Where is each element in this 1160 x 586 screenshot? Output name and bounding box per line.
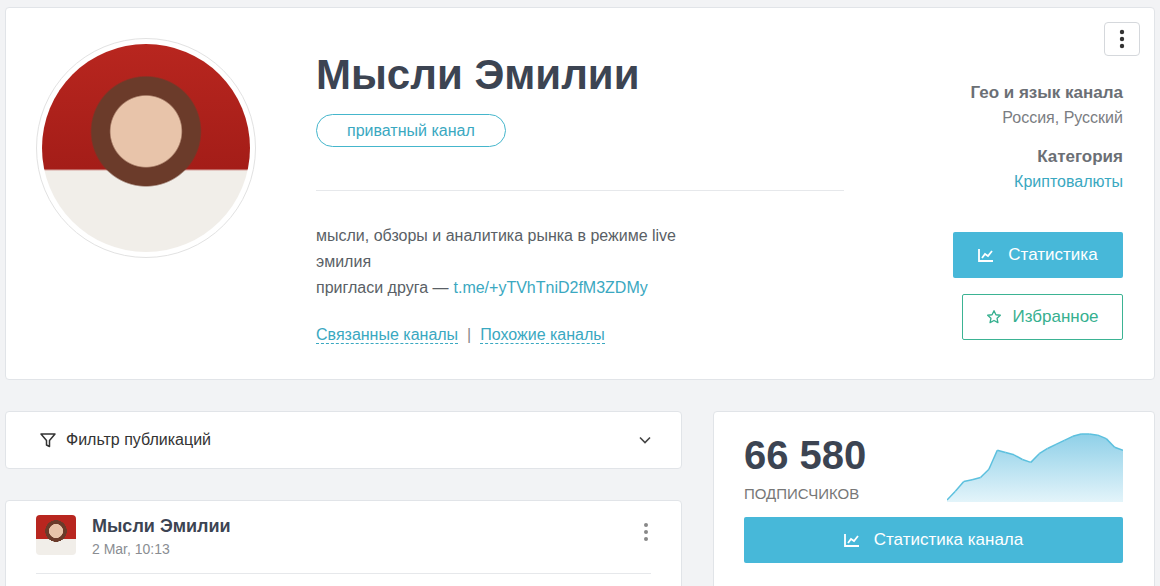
meta-label: Категория [903, 146, 1123, 168]
chart-segment [1064, 436, 1072, 440]
subscriber-chart [947, 432, 1123, 502]
chart-segment [989, 450, 997, 469]
chart-segment [1106, 439, 1114, 448]
chart-segment [1014, 455, 1022, 460]
post-avatar [36, 515, 76, 555]
chart-icon [978, 248, 994, 262]
chart-segment [1115, 447, 1123, 450]
meta-label: Гео и язык канала [903, 82, 1123, 104]
publication-filter[interactable]: Фильтр публикаций [5, 411, 682, 469]
chart-segment [964, 480, 972, 482]
chart-segment [981, 469, 989, 477]
chart-segment [1006, 453, 1014, 455]
channel-avatar [36, 38, 256, 258]
channel-header: Мысли Эмилии приватный канал мысли, обзо… [5, 7, 1155, 380]
favorite-button[interactable]: Избранное [962, 294, 1123, 340]
chart-segment [1056, 440, 1064, 444]
post-card: Мысли Эмилии2 Mar, 10:13 [5, 500, 682, 586]
post-author[interactable]: Мысли Эмилии [92, 515, 231, 537]
chart-segment [955, 481, 963, 491]
invite-link[interactable]: t.me/+yTVhTniD2fM3ZDMy [453, 279, 647, 296]
chart-segment [1039, 448, 1047, 453]
post-menu-button[interactable] [641, 515, 651, 547]
kebab-icon [643, 522, 649, 542]
channel-title: Мысли Эмилии [316, 50, 844, 100]
subscribers-card: 66 580 ПОДПИСЧИКОВ Статистика канала [713, 411, 1155, 586]
chart-segment [997, 450, 1005, 452]
statistics-button[interactable]: Статистика [953, 232, 1123, 278]
chart-segment [972, 477, 980, 479]
chart-segment [1098, 435, 1106, 438]
chart-segment [1081, 433, 1089, 435]
description-line: мысли, обзоры и аналитика рынка в режиме… [316, 223, 844, 249]
related-channels-link[interactable]: Связанные каналы [316, 326, 458, 344]
description-line: эмилия [316, 249, 844, 275]
post-time: 2 Mar, 10:13 [92, 539, 231, 559]
chart-segment [1073, 434, 1081, 436]
similar-channels-link[interactable]: Похожие каналы [480, 326, 605, 344]
chart-icon [844, 533, 860, 547]
star-icon [986, 309, 1002, 325]
chart-segment [1022, 459, 1030, 462]
invite-label: пригласи друга — [316, 279, 448, 296]
chart-area [947, 434, 1123, 502]
funnel-icon [40, 433, 56, 448]
chevron-down-icon [639, 436, 651, 444]
link-separator: | [467, 326, 471, 343]
kebab-icon [1119, 29, 1125, 49]
chart-segment [1031, 454, 1039, 463]
channel-description: мысли, обзоры и аналитика рынка в режиме… [316, 223, 844, 301]
chart-segment [1089, 434, 1097, 435]
chart-segment [1048, 444, 1056, 448]
subscriber-count: 66 580 [744, 432, 866, 478]
invite-line: пригласи друга — t.me/+yTVhTniD2fM3ZDMy [316, 275, 844, 301]
subscriber-label: ПОДПИСЧИКОВ [744, 484, 866, 504]
meta-value[interactable]: Криптовалюты [903, 171, 1123, 193]
chart-segment [947, 491, 955, 500]
private-badge: приватный канал [316, 114, 506, 147]
channel-statistics-button[interactable]: Статистика канала [744, 517, 1123, 563]
meta-value: Россия, Русский [903, 107, 1123, 129]
more-menu-button[interactable] [1104, 22, 1140, 56]
